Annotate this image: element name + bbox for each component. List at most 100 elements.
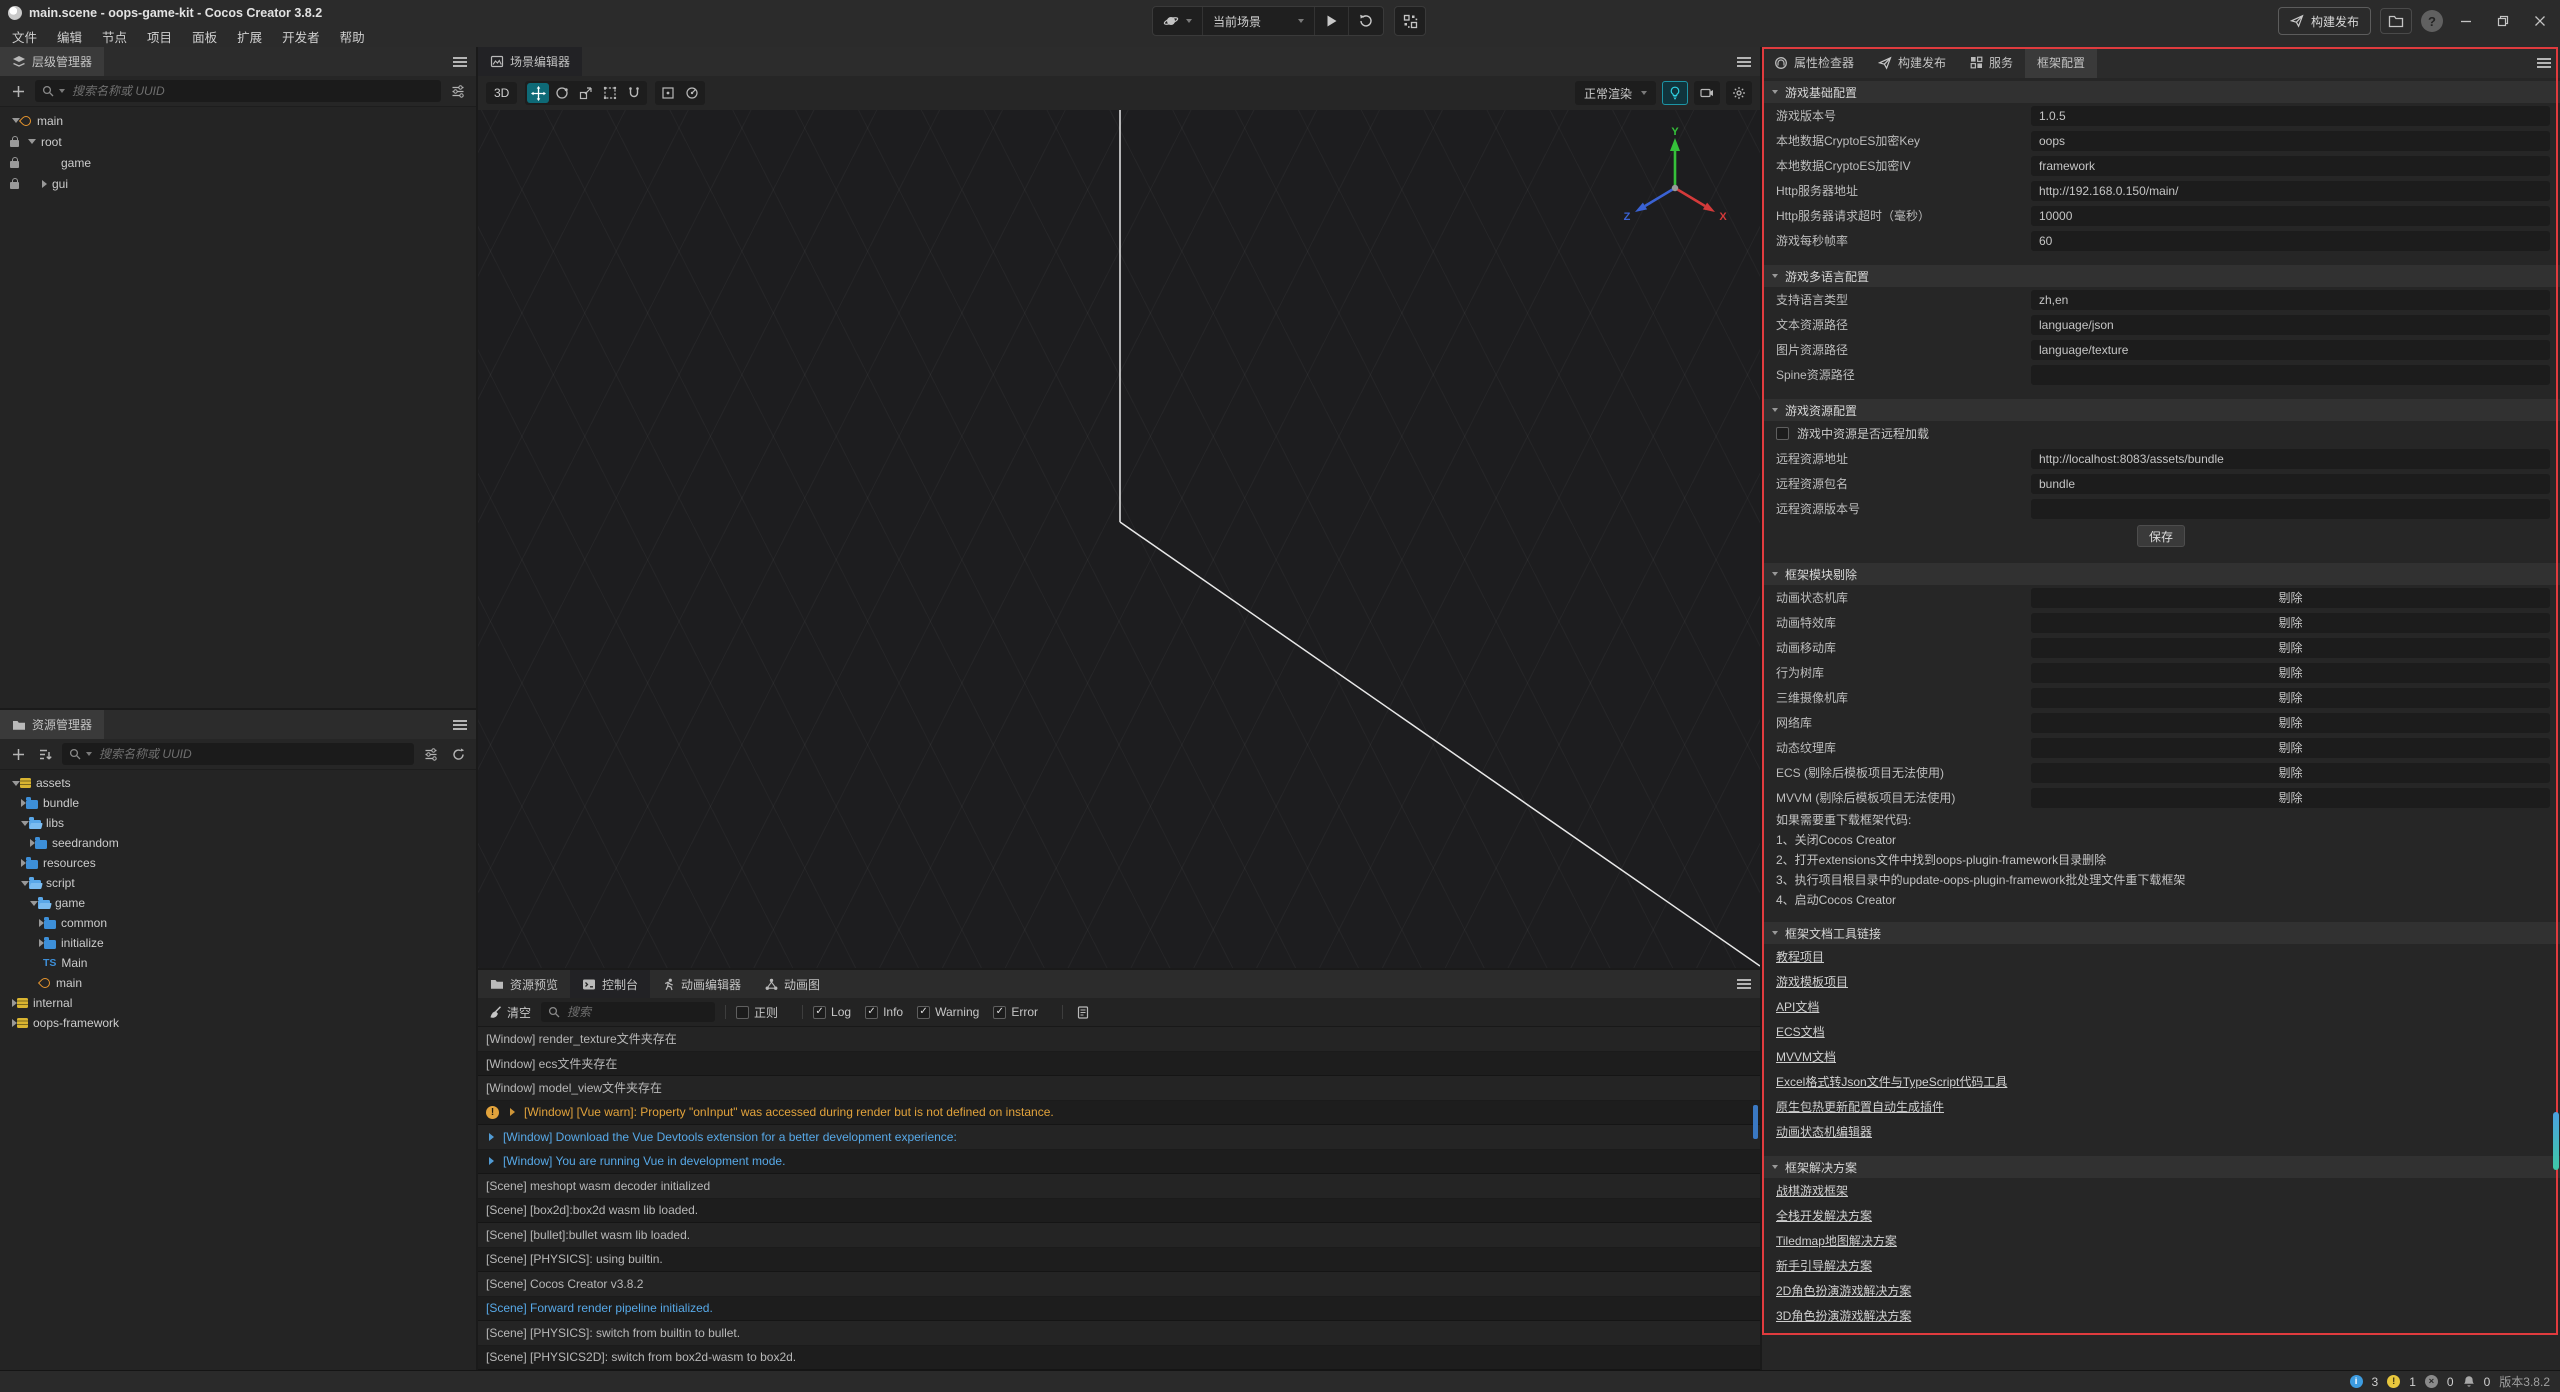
- remove-module-button[interactable]: 剔除: [2031, 688, 2550, 708]
- doc-link[interactable]: MVVM文档: [1776, 1048, 1836, 1065]
- section-header[interactable]: 框架解决方案: [1762, 1156, 2560, 1178]
- asset-node[interactable]: assets: [0, 773, 476, 793]
- tab-动画编辑器[interactable]: 动画编辑器: [650, 970, 753, 998]
- asset-node[interactable]: common: [0, 913, 476, 933]
- help-button[interactable]: ?: [2421, 10, 2443, 32]
- menu-item[interactable]: 扩展: [227, 27, 272, 46]
- remove-module-button[interactable]: 剔除: [2031, 738, 2550, 758]
- menu-item[interactable]: 帮助: [330, 27, 375, 46]
- field-input[interactable]: [2031, 106, 2550, 126]
- field-input[interactable]: [2031, 206, 2550, 226]
- console-row[interactable]: [Scene] Cocos Creator v3.8.2: [478, 1272, 1760, 1297]
- console-row[interactable]: [Scene] [bullet]:bullet wasm lib loaded.: [478, 1223, 1760, 1248]
- tab-scene-editor[interactable]: 场景编辑器: [478, 47, 582, 76]
- tab-assets[interactable]: 资源管理器: [0, 710, 104, 739]
- hierarchy-search-input[interactable]: [70, 83, 434, 99]
- build-publish-button[interactable]: 构建发布: [2278, 7, 2371, 35]
- field-input[interactable]: [2031, 449, 2550, 469]
- doc-link[interactable]: 游戏模板项目: [1776, 973, 1848, 990]
- tab-资源预览[interactable]: 资源预览: [478, 970, 570, 998]
- doc-link[interactable]: Excel格式转Json文件与TypeScript代码工具: [1776, 1073, 2007, 1090]
- tab-属性检查器[interactable]: 属性检查器: [1762, 47, 1866, 78]
- snapsq-button[interactable]: [657, 83, 679, 103]
- play-button[interactable]: [1314, 7, 1348, 35]
- hierarchy-filter-button[interactable]: [448, 81, 468, 101]
- hierarchy-node[interactable]: main: [0, 110, 476, 131]
- console-scrollbar[interactable]: [1753, 1105, 1758, 1139]
- expand-arrow-icon[interactable]: [28, 139, 36, 144]
- hierarchy-node[interactable]: game: [0, 152, 476, 173]
- console-row[interactable]: [Scene] Forward render pipeline initiali…: [478, 1297, 1760, 1322]
- assets-search-input[interactable]: [97, 746, 407, 762]
- warning-count-icon[interactable]: !: [2387, 1375, 2400, 1388]
- open-project-folder-button[interactable]: [2380, 8, 2412, 34]
- preview-target-dropdown[interactable]: [1153, 7, 1202, 35]
- expand-arrow-icon[interactable]: [21, 821, 29, 826]
- console-row[interactable]: [Window] render_texture文件夹存在: [478, 1027, 1760, 1052]
- console-row[interactable]: [Window] model_view文件夹存在: [478, 1076, 1760, 1101]
- hierarchy-node[interactable]: root: [0, 131, 476, 152]
- doc-link[interactable]: 教程项目: [1776, 948, 1824, 965]
- maximize-button[interactable]: [2489, 10, 2517, 32]
- doc-link[interactable]: 原生包热更新配置自动生成插件: [1776, 1098, 1944, 1115]
- doc-link[interactable]: 全栈开发解决方案: [1776, 1207, 1872, 1224]
- refresh-assets-button[interactable]: [448, 744, 468, 764]
- doc-link[interactable]: ECS文档: [1776, 1023, 1825, 1040]
- doc-link[interactable]: API文档: [1776, 998, 1819, 1015]
- console-search[interactable]: [541, 1002, 715, 1022]
- log-file-button[interactable]: [1073, 1002, 1093, 1022]
- tab-控制台[interactable]: 控制台: [570, 970, 650, 998]
- field-input[interactable]: [2031, 181, 2550, 201]
- error-count-icon[interactable]: ×: [2425, 1375, 2438, 1388]
- filter-error[interactable]: Error: [993, 1005, 1038, 1019]
- asset-node[interactable]: bundle: [0, 793, 476, 813]
- asset-node[interactable]: game: [0, 893, 476, 913]
- field-input[interactable]: [2031, 131, 2550, 151]
- menu-item[interactable]: 开发者: [272, 27, 330, 46]
- bell-icon[interactable]: [2463, 1375, 2475, 1388]
- expand-arrow-icon[interactable]: [30, 901, 38, 906]
- restart-button[interactable]: [1348, 7, 1383, 35]
- asset-node[interactable]: initialize: [0, 933, 476, 953]
- menu-item[interactable]: 项目: [137, 27, 182, 46]
- section-header[interactable]: 框架文档工具链接: [1762, 922, 2560, 944]
- collapse-arrow-icon[interactable]: [42, 180, 47, 188]
- console-row[interactable]: [Window] ecs文件夹存在: [478, 1052, 1760, 1077]
- console-row[interactable]: ![Window] [Vue warn]: Property "onInput"…: [478, 1101, 1760, 1126]
- rect-tool-button[interactable]: [599, 83, 621, 103]
- assets-filter-button[interactable]: [421, 744, 441, 764]
- tab-服务[interactable]: 服务: [1958, 47, 2025, 78]
- add-asset-button[interactable]: [8, 744, 28, 764]
- field-input[interactable]: [2031, 365, 2550, 385]
- device-preview-button[interactable]: [1394, 6, 1426, 36]
- move-tool-button[interactable]: [527, 83, 549, 103]
- asset-node[interactable]: libs: [0, 813, 476, 833]
- section-header[interactable]: 游戏多语言配置: [1762, 265, 2560, 287]
- console-row[interactable]: [Window] Download the Vue Devtools exten…: [478, 1125, 1760, 1150]
- remove-module-button[interactable]: 剔除: [2031, 763, 2550, 783]
- hierarchy-search[interactable]: [35, 80, 441, 102]
- scene-camera-button[interactable]: [1694, 81, 1720, 105]
- rotate-tool-button[interactable]: [551, 83, 573, 103]
- menu-item[interactable]: 面板: [182, 27, 227, 46]
- field-input[interactable]: [2031, 474, 2550, 494]
- hierarchy-node[interactable]: gui: [0, 173, 476, 194]
- console-row[interactable]: [Scene] [PHYSICS]: using builtin.: [478, 1248, 1760, 1273]
- menu-item[interactable]: 编辑: [47, 27, 92, 46]
- console-row[interactable]: [Scene] [PHYSICS]: switch from builtin t…: [478, 1321, 1760, 1346]
- asset-node[interactable]: TSMain: [0, 953, 476, 973]
- add-node-button[interactable]: [8, 81, 28, 101]
- expand-arrow-icon[interactable]: [12, 781, 20, 786]
- remove-module-button[interactable]: 剔除: [2031, 588, 2550, 608]
- orientation-gizmo[interactable]: YXZ: [1620, 126, 1730, 239]
- filter-warning[interactable]: Warning: [917, 1005, 979, 1019]
- console-row[interactable]: [Window] You are running Vue in developm…: [478, 1150, 1760, 1175]
- ui-tool-button[interactable]: [623, 83, 645, 103]
- remove-module-button[interactable]: 剔除: [2031, 713, 2550, 733]
- expand-chevron-icon[interactable]: [489, 1157, 494, 1165]
- asset-node[interactable]: internal: [0, 993, 476, 1013]
- remove-module-button[interactable]: 剔除: [2031, 613, 2550, 633]
- remove-module-button[interactable]: 剔除: [2031, 663, 2550, 683]
- doc-link[interactable]: 战棋游戏框架: [1776, 1182, 1848, 1199]
- asset-node[interactable]: script: [0, 873, 476, 893]
